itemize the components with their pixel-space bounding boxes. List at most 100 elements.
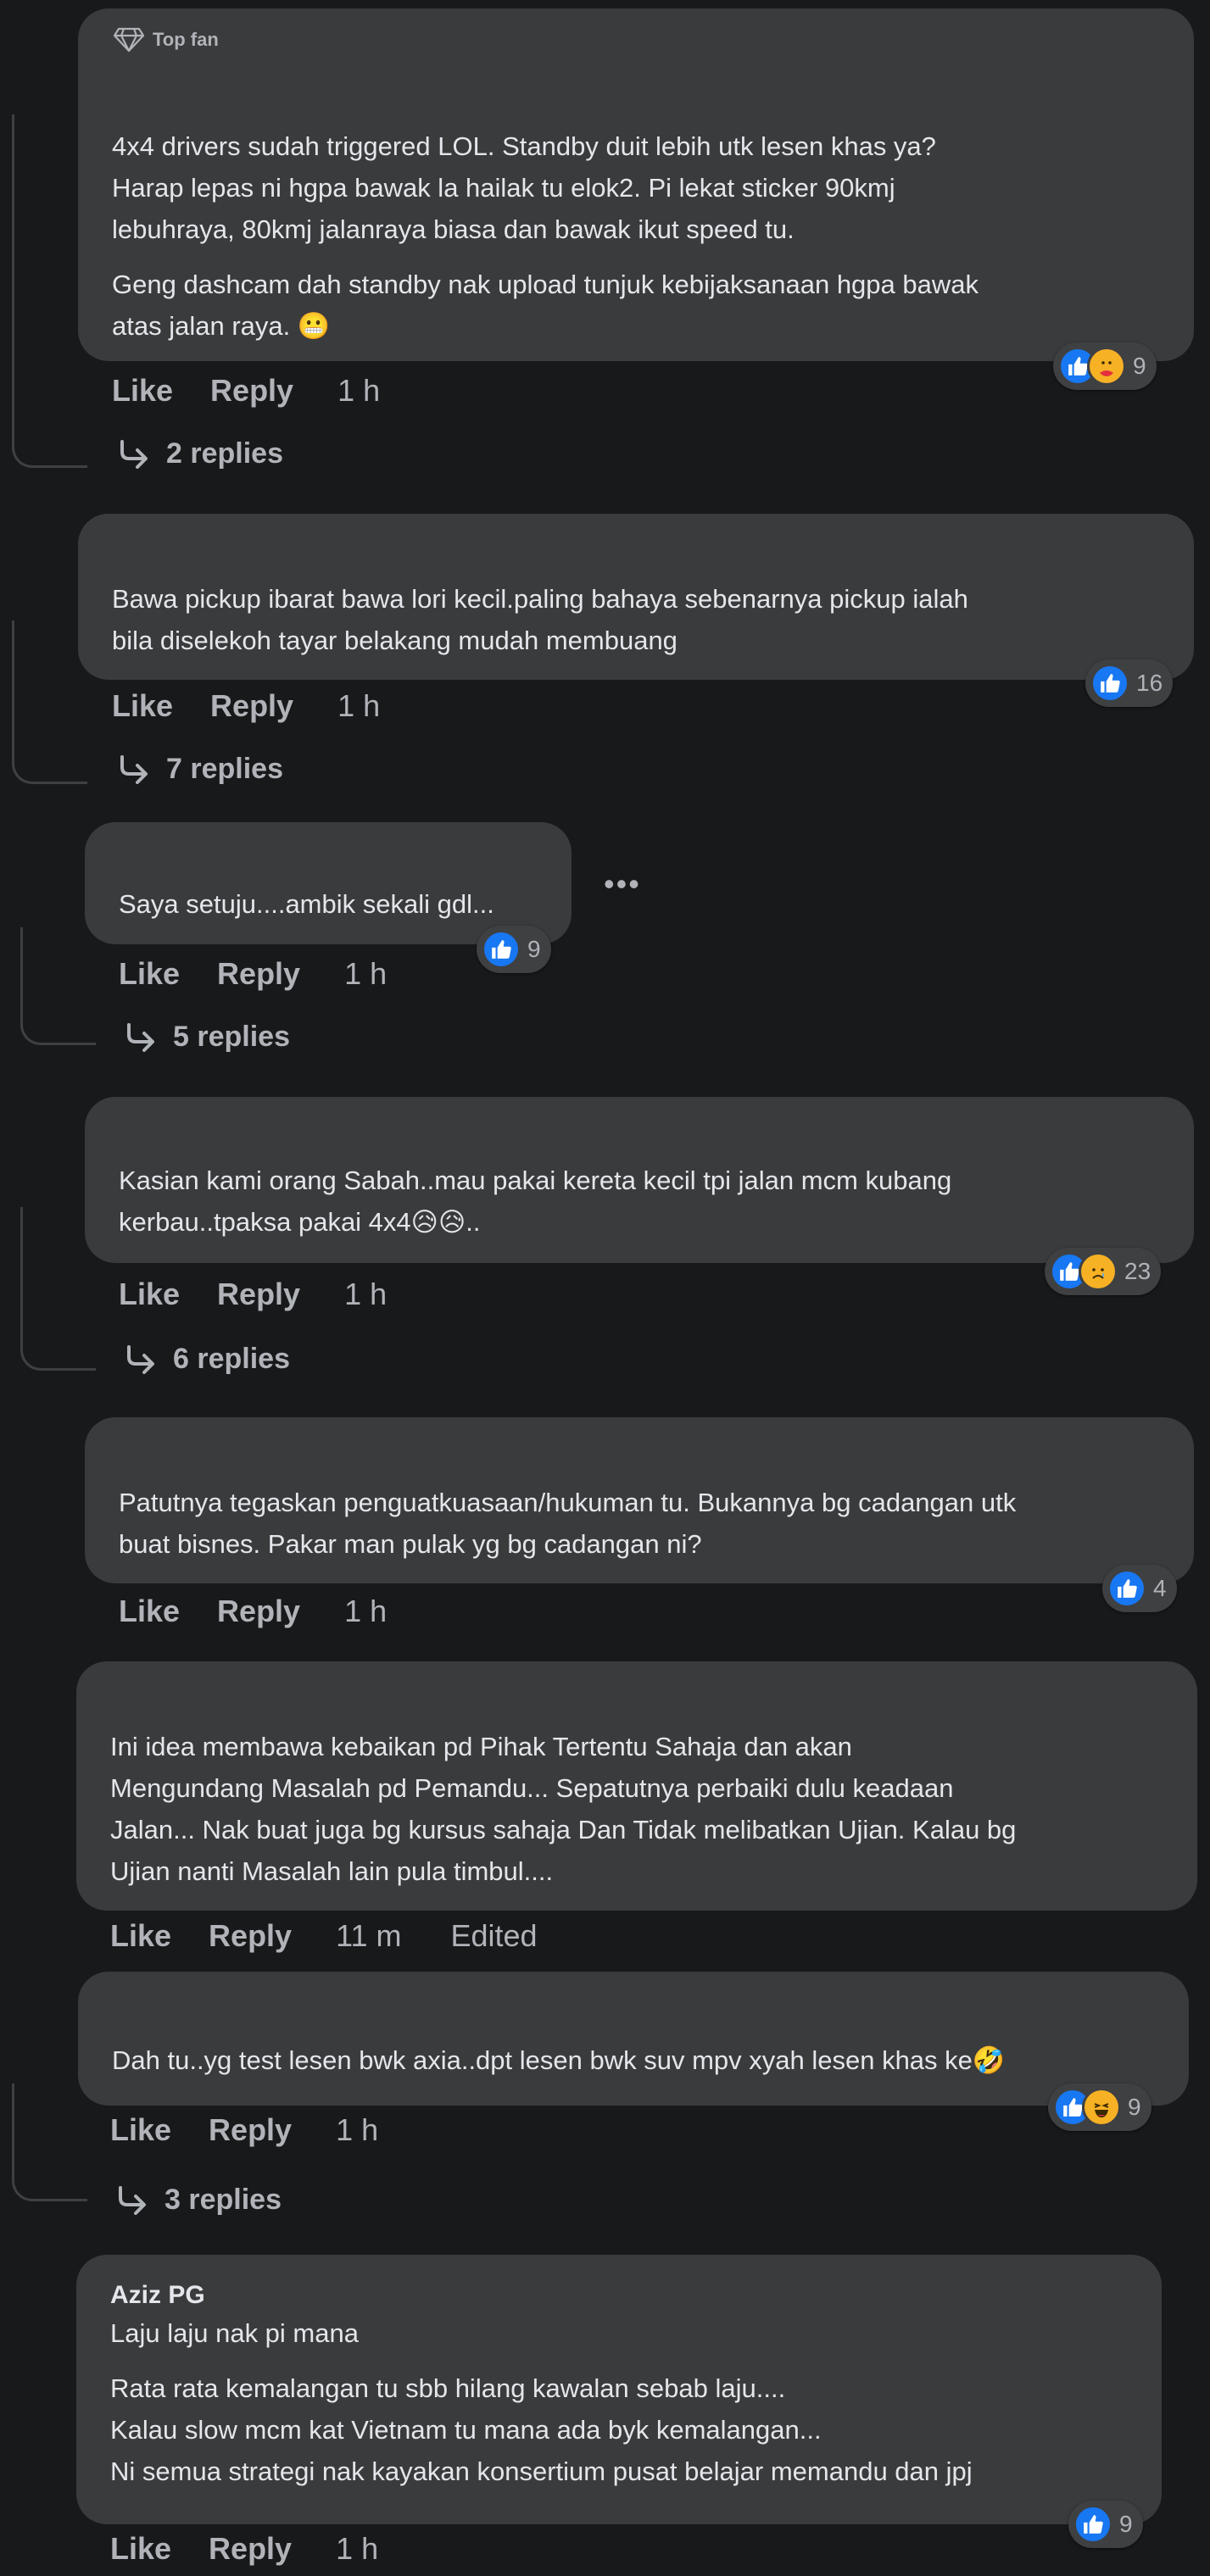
reaction-count: 9 [1133, 353, 1146, 379]
reaction-summary[interactable]: 9 [477, 926, 551, 973]
replies-count: 7 replies [166, 753, 283, 785]
comment-bubble: Ini idea membawa kebaikan pd Pihak Terte… [76, 1661, 1197, 1911]
view-replies-link[interactable]: 5 replies [124, 1021, 290, 1054]
comment-bubble: Bawa pickup ibarat bawa lori kecil.palin… [78, 514, 1194, 680]
like-button[interactable]: Like [110, 2112, 171, 2148]
reply-button[interactable]: Reply [209, 2531, 292, 2567]
reply-arrow-icon [127, 1344, 154, 1374]
comment-paragraph: Kasian kami orang Sabah..mau pakai keret… [119, 1166, 952, 1237]
reply-arrow-icon [120, 754, 148, 784]
view-replies-link[interactable]: 3 replies [115, 2184, 282, 2217]
reaction-count: 9 [1119, 2511, 1133, 2537]
reply-arrow-icon [120, 439, 148, 469]
reaction-count: 9 [1128, 2094, 1141, 2120]
replies-count: 6 replies [173, 1343, 290, 1375]
diamond-icon [114, 27, 144, 53]
comment-paragraph: Rata rata kemalangan tu sbb hilang kawal… [110, 2373, 973, 2486]
timestamp[interactable]: 1 h [336, 2112, 378, 2148]
reply-button[interactable]: Reply [217, 956, 300, 992]
comment-text: Kasian kami orang Sabah..mau pakai keret… [119, 1160, 1179, 1243]
reply-arrow-icon [119, 2185, 146, 2215]
reply-button[interactable]: Reply [210, 688, 293, 724]
timestamp[interactable]: 11 m [336, 1918, 401, 1954]
thumbs-up-icon [1090, 664, 1129, 703]
comment-actions: Like Reply 1 h [112, 373, 380, 409]
comment-paragraph: Geng dashcam dah standby nak upload tunj… [112, 270, 979, 341]
laughing-face-icon [1082, 2088, 1121, 2127]
comment-bubble: Kasian kami orang Sabah..mau pakai keret… [85, 1097, 1194, 1263]
timestamp[interactable]: 1 h [337, 373, 380, 409]
like-button[interactable]: Like [112, 373, 173, 409]
comment-actions: Like Reply 11 m Edited [110, 1918, 538, 1954]
edited-label[interactable]: Edited [450, 1918, 537, 1954]
reply-button[interactable]: Reply [217, 1277, 300, 1312]
like-button[interactable]: Like [112, 688, 173, 724]
badge-label: Top fan [153, 29, 219, 50]
thread-connector [20, 927, 96, 1045]
replies-count: 5 replies [173, 1021, 290, 1053]
comment-bubble: Dah tu..yg test lesen bwk axia..dpt lese… [78, 1972, 1189, 2106]
comment-bubble: Aziz PG Laju laju nak pi mana Rata rata … [76, 2255, 1162, 2524]
reply-button[interactable]: Reply [209, 1918, 292, 1954]
reaction-summary[interactable]: 9 [1053, 342, 1157, 390]
reply-arrow-icon [127, 1022, 154, 1052]
comment-actions: Like Reply 1 h [119, 1594, 387, 1629]
reaction-count: 4 [1153, 1575, 1167, 1601]
timestamp[interactable]: 1 h [344, 956, 387, 992]
timestamp[interactable]: 1 h [337, 688, 380, 724]
reaction-count: 9 [527, 936, 541, 962]
comment-actions: Like Reply 1 h [110, 2112, 378, 2148]
comment-text: Bawa pickup ibarat bawa lori kecil.palin… [112, 578, 1180, 661]
thumbs-up-icon [482, 930, 521, 969]
comment-paragraph: Patutnya tegaskan penguatkuasaan/hukuman… [119, 1488, 1017, 1559]
timestamp[interactable]: 1 h [344, 1594, 387, 1629]
like-button[interactable]: Like [119, 1594, 180, 1629]
like-button[interactable]: Like [110, 2531, 171, 2567]
comment-paragraph: Saya setuju....ambik sekali gdl... [119, 889, 494, 919]
like-button[interactable]: Like [119, 1277, 180, 1312]
reaction-count: 23 [1124, 1258, 1151, 1284]
reaction-summary[interactable]: 16 [1085, 659, 1174, 707]
thread-connector [12, 620, 87, 784]
sad-face-icon [1079, 1252, 1118, 1291]
thumbs-up-icon [1073, 2505, 1112, 2544]
more-options-button[interactable]: ••• [604, 866, 641, 902]
like-button[interactable]: Like [110, 1918, 171, 1954]
replies-count: 2 replies [166, 437, 283, 470]
comment-text: Dah tu..yg test lesen bwk axia..dpt lese… [112, 2039, 1187, 2081]
comment-bubble: Patutnya tegaskan penguatkuasaan/hukuman… [85, 1417, 1194, 1583]
comment-actions: Like Reply 1 h [112, 688, 380, 724]
comment-actions: Like Reply 1 h [110, 2531, 378, 2567]
view-replies-link[interactable]: 7 replies [117, 753, 283, 786]
timestamp[interactable]: 1 h [336, 2531, 378, 2567]
comment-text: 4x4 drivers sudah triggered LOL. Standby… [112, 125, 1180, 347]
thread-connector [12, 2084, 87, 2201]
comment-author[interactable]: Aziz PG [110, 2278, 205, 2312]
reaction-summary[interactable]: 4 [1102, 1565, 1177, 1612]
comment-paragraph: Dah tu..yg test lesen bwk axia..dpt lese… [112, 2045, 1006, 2075]
comment-paragraph: Ini idea membawa kebaikan pd Pihak Terte… [110, 1732, 1017, 1886]
timestamp[interactable]: 1 h [344, 1277, 387, 1312]
comment-paragraph: Bawa pickup ibarat bawa lori kecil.palin… [112, 584, 968, 655]
comment-text: Ini idea membawa kebaikan pd Pihak Terte… [110, 1726, 1187, 1892]
comment-paragraph: 4x4 drivers sudah triggered LOL. Standby… [112, 131, 936, 244]
comment-actions: Like Reply 1 h [119, 1277, 387, 1312]
reply-button[interactable]: Reply [217, 1594, 300, 1629]
reply-button[interactable]: Reply [210, 373, 293, 409]
care-hug-icon [1087, 347, 1126, 386]
reaction-summary[interactable]: 9 [1048, 2084, 1151, 2131]
thread-connector [12, 114, 87, 468]
comment-text: Patutnya tegaskan penguatkuasaan/hukuman… [119, 1482, 1179, 1565]
like-button[interactable]: Like [119, 956, 180, 992]
top-fan-badge: Top fan [114, 27, 219, 53]
replies-count: 3 replies [164, 2184, 282, 2216]
comment-text: Saya setuju....ambik sekali gdl... [119, 883, 560, 925]
view-replies-link[interactable]: 2 replies [117, 437, 283, 470]
reaction-summary[interactable]: 23 [1045, 1248, 1162, 1295]
reply-button[interactable]: Reply [209, 2112, 292, 2148]
view-replies-link[interactable]: 6 replies [124, 1343, 290, 1376]
reaction-count: 16 [1136, 670, 1163, 696]
comment-actions: Like Reply 1 h [119, 956, 387, 992]
thumbs-up-icon [1107, 1569, 1146, 1608]
reaction-summary[interactable]: 9 [1068, 2501, 1143, 2548]
